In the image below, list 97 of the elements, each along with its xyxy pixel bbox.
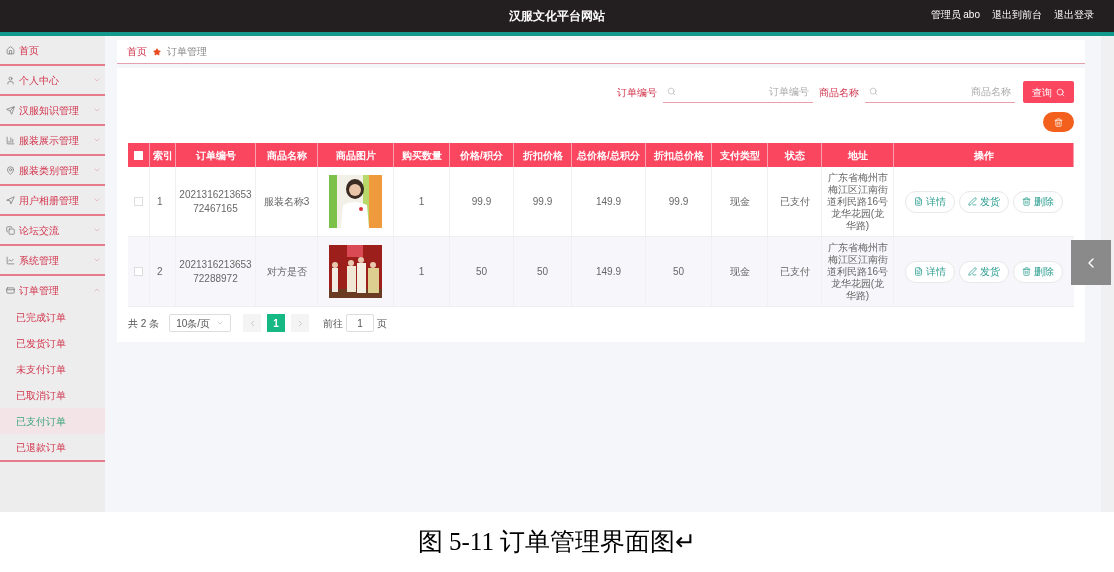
trash-icon (1054, 117, 1063, 127)
action-button[interactable]: 发货 (959, 190, 1009, 213)
chevron-down-icon (93, 106, 101, 114)
table-cell-text: 1 (418, 195, 425, 209)
table-cell-text: 现金 (729, 195, 750, 209)
row-checkbox[interactable] (134, 197, 143, 206)
menu-item[interactable]: 首页 (0, 36, 105, 64)
trash-icon (1022, 267, 1031, 276)
menu-item[interactable]: 订单管理 (0, 276, 105, 304)
search-icon (1056, 87, 1065, 97)
chevron-down-icon (93, 136, 101, 144)
document-icon (914, 197, 923, 206)
table-cell-text: 现金 (729, 265, 750, 279)
menu-icon (6, 45, 15, 55)
menu-icon (6, 225, 15, 235)
collapse-tab[interactable] (1071, 240, 1111, 285)
table-cell-text: 99.9 (471, 195, 492, 209)
action-button[interactable]: 详情 (905, 190, 955, 213)
goto-label: 前往 (323, 316, 344, 331)
menu-icon (6, 105, 15, 115)
chevron-down-icon (93, 196, 101, 204)
search-button[interactable]: 查询 (1023, 81, 1074, 103)
table-cell-text: 99.9 (668, 195, 689, 209)
menu-item[interactable]: 论坛交流 (0, 216, 105, 244)
action-button[interactable]: 删除 (1013, 190, 1063, 213)
table-cell-text: 50 (672, 265, 685, 279)
table-cell-text: 149.9 (596, 265, 621, 279)
chevron-down-icon (216, 319, 225, 327)
table-cell: 广东省梅州市梅江区江南街道利民路16号龙华花园(龙华路) (826, 171, 889, 232)
breadcrumb-current: 订单管理 (167, 45, 207, 59)
menu-icon (6, 255, 15, 265)
star-icon (153, 47, 161, 56)
action-button[interactable]: 发货 (959, 260, 1009, 283)
table-cell: 广东省梅州市梅江区江南街道利民路16号龙华花园(龙华路) (826, 241, 889, 302)
menu-item[interactable]: 用户相册管理 (0, 186, 105, 214)
document-icon (914, 267, 923, 276)
admin-name: 管理员 abo (930, 8, 980, 22)
menu-item[interactable]: 汉服知识管理 (0, 96, 105, 124)
submenu-item[interactable]: 已退款订单 (0, 434, 105, 460)
search-icon (869, 87, 878, 96)
trash-icon (1022, 197, 1031, 206)
page-unit: 页 (377, 316, 388, 331)
search-field[interactable]: 商品名称 (882, 84, 1011, 99)
total-count: 共 2 条 (128, 316, 160, 331)
page-size-select[interactable]: 10条/页 (169, 314, 232, 332)
chevron-down-icon (93, 166, 101, 174)
table-cell-text: 1 (157, 195, 163, 209)
table-cell-text: 99.9 (532, 195, 553, 209)
search-label: 商品名称 (819, 85, 859, 100)
submenu-item[interactable]: 已取消订单 (0, 382, 105, 408)
table-cell-text: 149.9 (596, 195, 621, 209)
submenu-item[interactable]: 已完成订单 (0, 304, 105, 330)
table-cell-text: 2 (157, 265, 163, 279)
header-link[interactable]: 退出到前台 (992, 7, 1042, 22)
table-cell-text: 1 (418, 265, 425, 279)
pen-icon (968, 197, 977, 206)
next-page-button[interactable] (291, 314, 310, 332)
table-cell: 202131621365372288972 (179, 258, 252, 285)
table-cell-text: 已支付 (779, 265, 810, 279)
search-label: 订单编号 (617, 85, 657, 100)
submenu-item[interactable]: 已发货订单 (0, 330, 105, 356)
breadcrumb-link[interactable]: 首页 (127, 44, 147, 59)
delete-button[interactable] (1043, 112, 1074, 132)
table-cell-text: 已支付 (779, 195, 810, 209)
table-cell-text: 服装名称3 (263, 195, 310, 209)
chevron-down-icon (93, 76, 101, 84)
menu-item[interactable]: 系统管理 (0, 246, 105, 274)
select-all-checkbox[interactable] (134, 150, 143, 160)
pen-icon (968, 267, 977, 276)
submenu-item[interactable]: 已支付订单 (0, 408, 105, 434)
page-button[interactable]: 1 (267, 314, 286, 332)
menu-icon (6, 195, 15, 205)
menu-item[interactable]: 个人中心 (0, 66, 105, 94)
menu-icon (6, 135, 15, 145)
menu-icon (6, 285, 15, 295)
menu-icon (6, 75, 15, 85)
table-cell-text: 对方是否 (266, 265, 307, 279)
search-field[interactable]: 订单编号 (680, 84, 809, 99)
site-title: 汉服文化平台网站 (509, 8, 605, 25)
menu-icon (6, 165, 15, 175)
prev-page-button[interactable] (243, 314, 262, 332)
table-cell: 202131621365372467165 (179, 188, 252, 215)
goto-page-field[interactable]: 1 (346, 314, 375, 332)
figure-caption: 图 5-11 订单管理界面图↵ (417, 527, 697, 558)
chevron-down-icon (93, 256, 101, 264)
header-link[interactable]: 退出登录 (1054, 7, 1094, 22)
chevron-down-icon (93, 226, 101, 234)
table-cell-text: 50 (475, 265, 488, 279)
action-button[interactable]: 详情 (905, 260, 955, 283)
search-icon (667, 87, 676, 96)
menu-item[interactable]: 服装展示管理 (0, 126, 105, 154)
menu-item[interactable]: 服装类别管理 (0, 156, 105, 184)
table-cell-text: 50 (536, 265, 549, 279)
action-button[interactable]: 删除 (1013, 260, 1063, 283)
chevron-up-icon (93, 286, 101, 294)
submenu-item[interactable]: 未支付订单 (0, 356, 105, 382)
row-checkbox[interactable] (134, 267, 143, 276)
